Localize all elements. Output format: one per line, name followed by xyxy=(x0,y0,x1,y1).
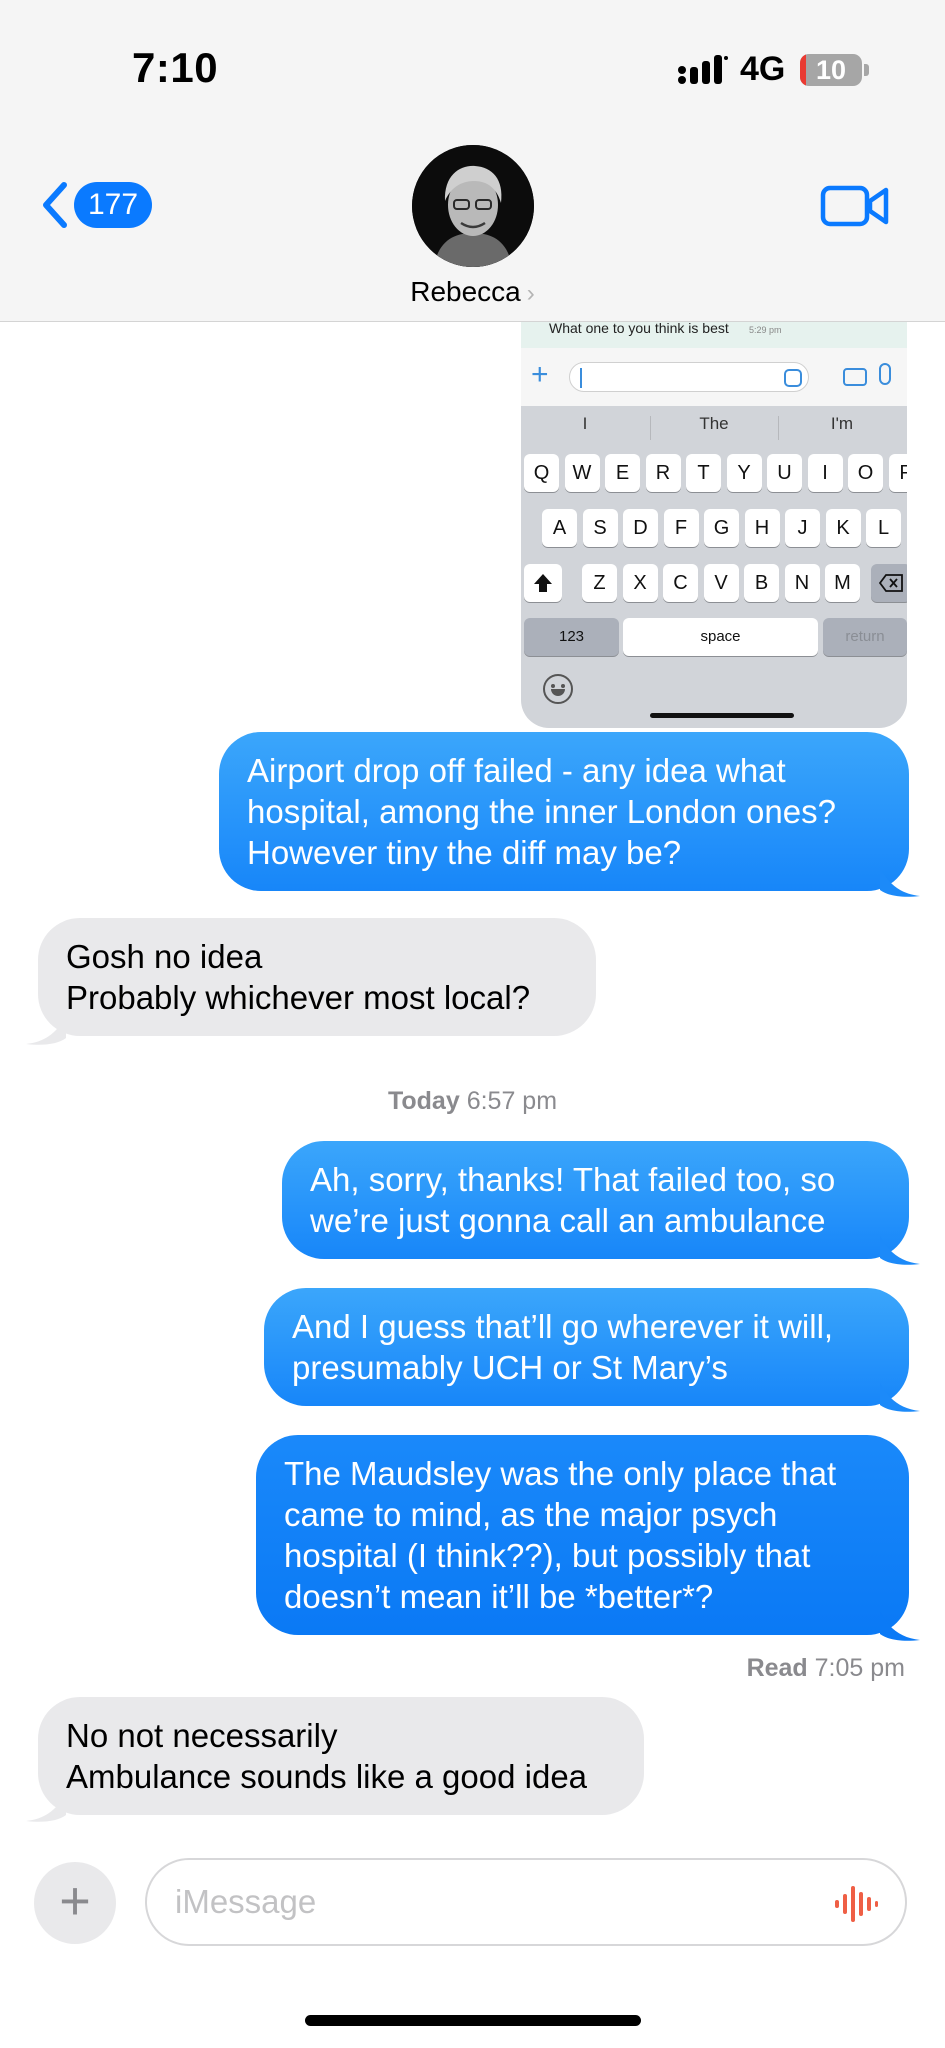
battery-tip xyxy=(864,64,869,76)
read-label: Read xyxy=(746,1654,808,1682)
sticker-icon xyxy=(784,369,802,387)
unread-count-badge: 177 xyxy=(74,182,153,228)
attachment-home-indicator xyxy=(650,713,794,718)
bubble-tail xyxy=(880,1612,920,1641)
key-e: E xyxy=(605,454,640,492)
key-r: R xyxy=(645,454,681,492)
attachment-input-bar: + xyxy=(521,348,907,406)
message-sent[interactable]: And I guess that’ll go wherever it will,… xyxy=(264,1288,909,1406)
back-button[interactable]: 177 xyxy=(38,178,153,232)
bubble-tail xyxy=(880,868,920,897)
microphone-icon xyxy=(879,363,891,385)
contact-name-button[interactable]: Rebecca › xyxy=(0,276,945,308)
contact-avatar[interactable] xyxy=(412,145,534,267)
shift-arrow-icon xyxy=(534,574,552,592)
text-caret xyxy=(580,368,582,388)
key-t: T xyxy=(686,454,721,492)
avatar-photo xyxy=(412,145,534,267)
key-s: S xyxy=(582,509,618,547)
key-w: W xyxy=(564,454,600,492)
cellular-signal-icon xyxy=(678,55,728,84)
key-l: L xyxy=(866,509,901,547)
read-receipt: Read 7:05 pm xyxy=(747,1654,905,1683)
key-a: A xyxy=(542,509,577,547)
delete-icon xyxy=(878,574,903,592)
key-p: P xyxy=(888,454,907,492)
suggestion-3: I'm xyxy=(830,414,854,433)
bubble-tail xyxy=(26,1793,66,1822)
attachment-text-field xyxy=(569,362,809,392)
key-z: Z xyxy=(582,564,617,602)
chevron-right-icon: › xyxy=(526,280,535,307)
status-time: 7:10 xyxy=(132,44,219,91)
key-m: M xyxy=(825,564,860,602)
apps-plus-button[interactable]: + xyxy=(34,1862,116,1944)
key-h: H xyxy=(744,509,780,547)
key-x: X xyxy=(622,564,658,602)
timestamp-day: Today xyxy=(387,1087,460,1115)
key-d: D xyxy=(623,509,658,547)
message-sent[interactable]: Airport drop off failed - any idea what … xyxy=(219,732,909,891)
conversation-header: 7:10 4G 10 177 Rebecca › xyxy=(0,0,945,322)
imessage-input[interactable] xyxy=(175,1878,815,1926)
attachment-chat-strip: What one to you think is best 5:29 pm xyxy=(521,318,907,348)
plus-icon: + xyxy=(531,358,549,391)
message-sent[interactable]: The Maudsley was the only place that cam… xyxy=(256,1435,909,1635)
screenshot-attachment[interactable]: What one to you think is best 5:29 pm + … xyxy=(521,318,907,728)
message-sent[interactable]: Ah, sorry, thanks! That failed too, so w… xyxy=(282,1141,909,1259)
video-call-button[interactable] xyxy=(820,180,890,230)
key-b: B xyxy=(744,564,779,602)
bubble-tail xyxy=(26,1016,66,1045)
delete-key xyxy=(871,564,907,602)
key-k: K xyxy=(825,509,861,547)
camera-icon xyxy=(843,368,867,386)
plus-icon: + xyxy=(59,1871,91,1931)
numbers-key: 123 xyxy=(524,618,619,656)
suggestion-1: I xyxy=(582,414,588,433)
key-n: N xyxy=(784,564,820,602)
attachment-message-time: 5:29 pm xyxy=(749,325,782,335)
shift-key xyxy=(524,564,562,602)
attachment-message-text: What one to you think is best xyxy=(549,320,729,336)
bubble-tail xyxy=(880,1236,920,1265)
space-key: space xyxy=(623,618,818,656)
waveform-icon[interactable] xyxy=(833,1884,879,1924)
suggestion-2: The xyxy=(699,414,729,433)
read-time: 7:05 pm xyxy=(814,1654,905,1682)
key-i: I xyxy=(807,454,843,492)
key-u: U xyxy=(767,454,802,492)
chevron-left-icon xyxy=(43,182,67,228)
bubble-tail xyxy=(880,1383,920,1412)
key-g: G xyxy=(704,509,739,547)
network-type: 4G xyxy=(740,50,786,88)
key-q: Q xyxy=(524,454,559,492)
message-received[interactable]: No not necessarily Ambulance sounds like… xyxy=(38,1697,644,1815)
key-o: O xyxy=(848,454,883,492)
key-j: J xyxy=(785,509,820,547)
message-received[interactable]: Gosh no idea Probably whichever most loc… xyxy=(38,918,596,1036)
battery-percent: 10 xyxy=(815,55,847,85)
timestamp-time: 6:57 pm xyxy=(466,1087,558,1115)
return-key: return xyxy=(823,618,907,656)
battery-icon: 10 xyxy=(800,54,862,86)
key-f: F xyxy=(663,509,699,547)
emoji-icon xyxy=(543,674,573,704)
key-v: V xyxy=(703,564,739,602)
message-compose-field[interactable] xyxy=(145,1858,907,1946)
key-c: C xyxy=(663,564,698,602)
key-y: Y xyxy=(726,454,762,492)
home-indicator xyxy=(305,2015,641,2026)
contact-name: Rebecca xyxy=(410,276,521,307)
conversation-timestamp: Today 6:57 pm xyxy=(0,1087,945,1116)
